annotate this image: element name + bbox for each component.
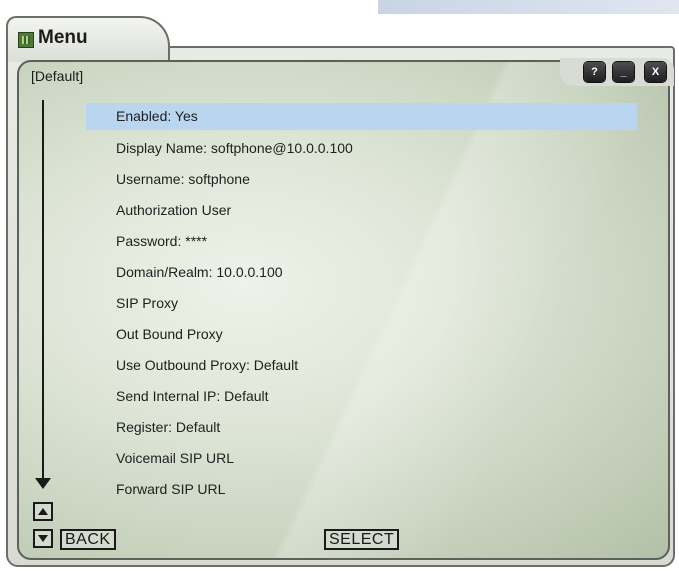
menu-item[interactable]: Password: **** [86, 227, 637, 258]
scroll-up-button[interactable] [33, 502, 53, 521]
backdrop-band [378, 0, 679, 14]
up-arrow-icon [38, 508, 48, 515]
close-button[interactable]: X [645, 62, 666, 82]
menu-item[interactable]: Out Bound Proxy [86, 320, 637, 351]
menu-item[interactable]: Voicemail SIP URL [86, 444, 637, 475]
help-button[interactable]: ? [584, 62, 605, 82]
title-tab: Menu [6, 16, 170, 62]
menu-item[interactable]: Username: softphone [86, 165, 637, 196]
menu-item[interactable]: Domain/Realm: 10.0.0.100 [86, 258, 637, 289]
menu-item[interactable]: Enabled: Yes [86, 103, 637, 130]
back-button[interactable]: BACK [60, 529, 116, 550]
menu-item[interactable]: Use Outbound Proxy: Default [86, 351, 637, 382]
window-title: Menu [38, 27, 88, 48]
scroll-arrowhead-icon [35, 478, 51, 489]
menu-item[interactable]: Authorization User [86, 196, 637, 227]
down-arrow-icon [38, 535, 48, 542]
menu-item[interactable]: Display Name: softphone@10.0.0.100 [86, 134, 637, 165]
menu-item[interactable]: Forward SIP URL [86, 475, 637, 506]
minimize-button[interactable]: _ [613, 62, 634, 82]
profile-label: [Default] [31, 68, 84, 84]
scroll-down-button[interactable] [33, 529, 53, 548]
scroll-arrow-icon [42, 100, 44, 480]
menu-item[interactable]: Send Internal IP: Default [86, 382, 637, 413]
menu-item[interactable]: Register: Default [86, 413, 637, 444]
menu-list: Enabled: Yes Display Name: softphone@10.… [86, 103, 637, 506]
menu-item[interactable]: SIP Proxy [86, 289, 637, 320]
app-icon [18, 32, 34, 48]
select-button[interactable]: SELECT [324, 529, 400, 550]
